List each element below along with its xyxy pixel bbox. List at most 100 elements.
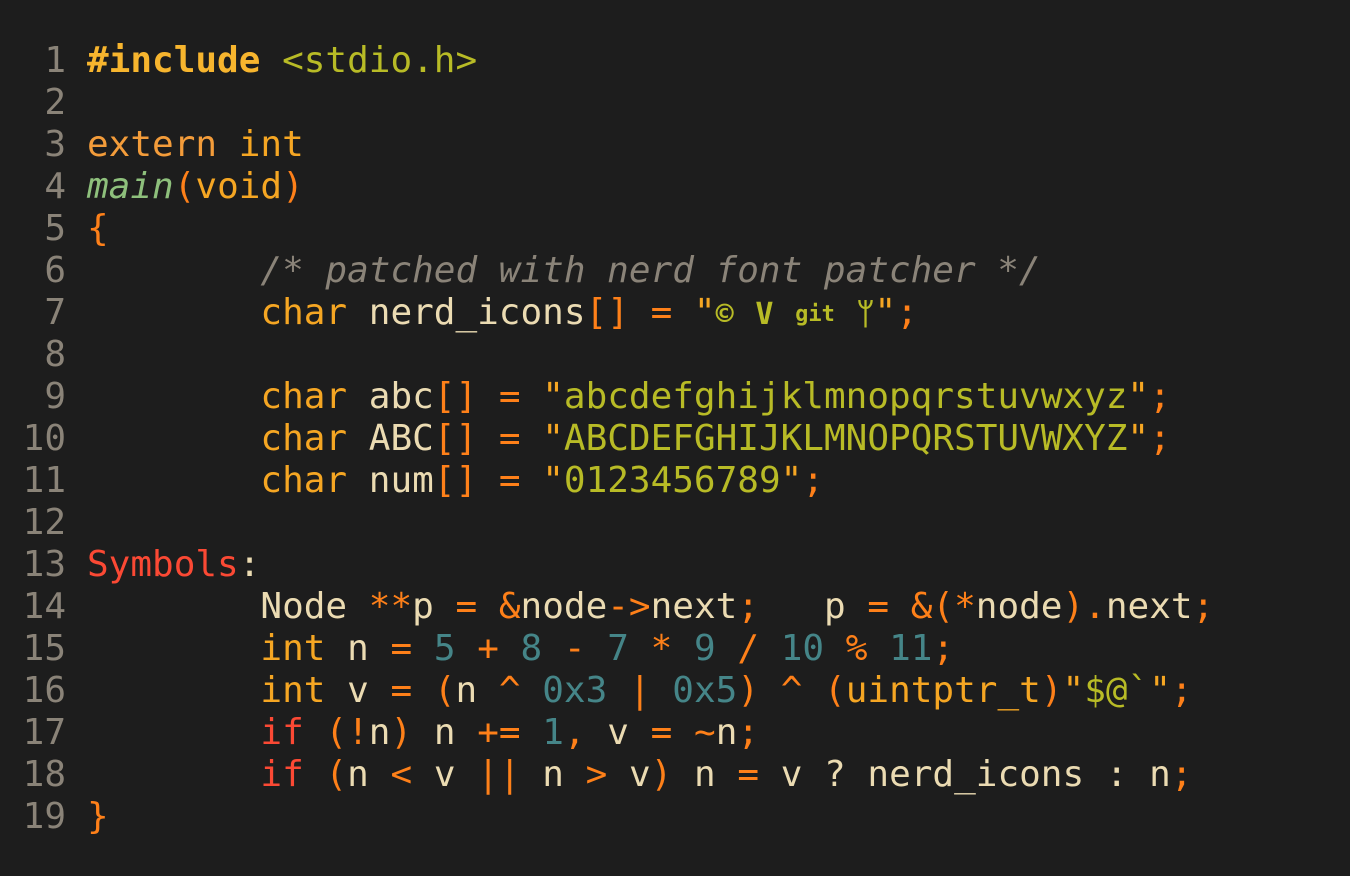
code-token: uintptr_t <box>845 670 1041 711</box>
code-token: if <box>260 754 304 795</box>
code-token: } <box>87 796 109 837</box>
code-token: /* patched with nerd font patcher */ <box>87 250 1041 291</box>
code-token: ** <box>368 586 413 627</box>
code-token: n <box>368 712 391 753</box>
code-token: * <box>628 628 694 669</box>
code-token: ; <box>896 292 918 333</box>
code-line[interactable]: 3 extern int <box>0 124 1350 166</box>
code-token: if <box>260 712 304 753</box>
code-token: ; <box>802 460 825 501</box>
code-text[interactable]: char ABC[] = "ABCDEFGHIJKLMNOPQRSTUVWXYZ… <box>87 418 1170 460</box>
code-text[interactable]: char nerd_icons[] = "© V git ᛘ"; <box>87 292 918 336</box>
code-token: " <box>672 292 716 333</box>
code-line[interactable]: 8 <box>0 334 1350 376</box>
code-token: ; <box>737 712 760 753</box>
code-text[interactable]: Symbols: <box>87 544 260 586</box>
code-text[interactable]: main(void) <box>87 166 304 208</box>
code-token: char <box>260 376 348 417</box>
code-line[interactable]: 7 char nerd_icons[] = "© V git ᛘ"; <box>0 292 1350 334</box>
line-number: 12 <box>22 502 66 543</box>
code-token: 1 <box>542 712 564 753</box>
code-line[interactable]: 10 char ABC[] = "ABCDEFGHIJKLMNOPQRSTUVW… <box>0 418 1350 460</box>
code-token: [] <box>585 292 629 333</box>
code-token: & <box>498 586 521 627</box>
code-text[interactable]: char abc[] = "abcdefghijklmnopqrstuvwxyz… <box>87 376 1170 418</box>
code-line[interactable]: 15 int n = 5 + 8 - 7 * 9 / 10 % 11; <box>0 628 1350 670</box>
code-token: / <box>715 628 781 669</box>
code-text[interactable]: int v = (n ^ 0x3 | 0x5) ^ (uintptr_t)"$@… <box>87 670 1192 712</box>
code-text[interactable]: if (!n) n += 1, v = ~n; <box>87 712 759 754</box>
code-line[interactable]: 6 /* patched with nerd font patcher */ <box>0 250 1350 292</box>
code-token: [] <box>433 418 478 459</box>
code-line[interactable]: 9 char abc[] = "abcdefghijklmnopqrstuvwx… <box>0 376 1350 418</box>
code-token: int <box>238 124 304 165</box>
code-line[interactable]: 14 Node **p = &node->next; p = &(*node).… <box>0 586 1350 628</box>
line-number: 6 <box>44 250 66 291</box>
code-line[interactable]: 4 main(void) <box>0 166 1350 208</box>
code-token: = <box>390 628 413 669</box>
code-token: int <box>260 670 326 711</box>
git-icon: git <box>795 302 835 327</box>
line-number: 13 <box>22 544 66 585</box>
code-token: = <box>650 712 673 753</box>
code-token: n <box>347 754 391 795</box>
code-editor[interactable]: 1 #include <stdio.h> 2 3 extern int 4 main(voi… <box>0 40 1350 838</box>
code-line[interactable]: 12 <box>0 502 1350 544</box>
code-text[interactable]: Node **p = &node->next; p = &(*node).nex… <box>87 586 1214 628</box>
code-line[interactable]: 1 #include <stdio.h> <box>0 40 1350 82</box>
code-token: ABC <box>347 418 434 459</box>
code-token: " <box>1127 376 1150 417</box>
line-number: 8 <box>44 334 66 375</box>
code-token: &(* <box>910 586 976 627</box>
code-line[interactable]: 13 Symbols: <box>0 544 1350 586</box>
code-token: [] <box>433 376 478 417</box>
line-number: 9 <box>44 376 66 417</box>
line-number: 19 <box>22 796 66 837</box>
vim-icon: V <box>755 297 774 332</box>
code-text[interactable]: #include <stdio.h> <box>87 40 477 82</box>
code-token: num <box>347 460 434 501</box>
line-number: 18 <box>22 754 66 795</box>
code-token: || <box>477 754 521 795</box>
code-token: = <box>737 754 760 795</box>
line-number: 4 <box>44 166 66 207</box>
code-token: next <box>650 586 738 627</box>
code-line[interactable]: 18 if (n < v || n > v) n = v ? nerd_icon… <box>0 754 1350 796</box>
code-token: + <box>455 628 521 669</box>
code-token: n <box>520 754 586 795</box>
code-token: next <box>1105 586 1193 627</box>
code-text[interactable]: extern int <box>87 124 304 166</box>
code-token: abc <box>347 376 434 417</box>
code-text[interactable]: if (n < v || n > v) n = v ? nerd_icons :… <box>87 754 1192 796</box>
code-token: { <box>87 208 109 249</box>
code-text[interactable]: { <box>87 208 109 250</box>
code-token: > <box>585 754 608 795</box>
code-line[interactable]: 19} <box>0 796 1350 838</box>
line-number: 14 <box>22 586 66 627</box>
code-text[interactable]: char num[] = "0123456789"; <box>87 460 824 502</box>
code-token: ( <box>412 670 456 711</box>
code-token: 10 <box>780 628 825 669</box>
code-line[interactable]: 11 char num[] = "0123456789"; <box>0 460 1350 502</box>
code-text[interactable]: /* patched with nerd font patcher */ <box>87 250 1041 292</box>
code-token: = <box>498 376 521 417</box>
code-line[interactable]: 16 int v = (n ^ 0x3 | 0x5) ^ (uintptr_t)… <box>0 670 1350 712</box>
line-number: 5 <box>44 208 66 249</box>
code-token: = <box>498 460 521 501</box>
code-line[interactable]: 5{ <box>0 208 1350 250</box>
line-number: 15 <box>22 628 66 669</box>
code-token: ). <box>1062 586 1106 627</box>
code-line[interactable]: 17 if (!n) n += 1, v = ~n; <box>0 712 1350 754</box>
code-text[interactable]: } <box>87 796 109 838</box>
code-text[interactable]: int n = 5 + 8 - 7 * 9 / 10 % 11; <box>87 628 954 670</box>
code-token: char <box>260 460 348 501</box>
code-line[interactable]: 2 <box>0 82 1350 124</box>
code-token: 7 <box>607 628 629 669</box>
